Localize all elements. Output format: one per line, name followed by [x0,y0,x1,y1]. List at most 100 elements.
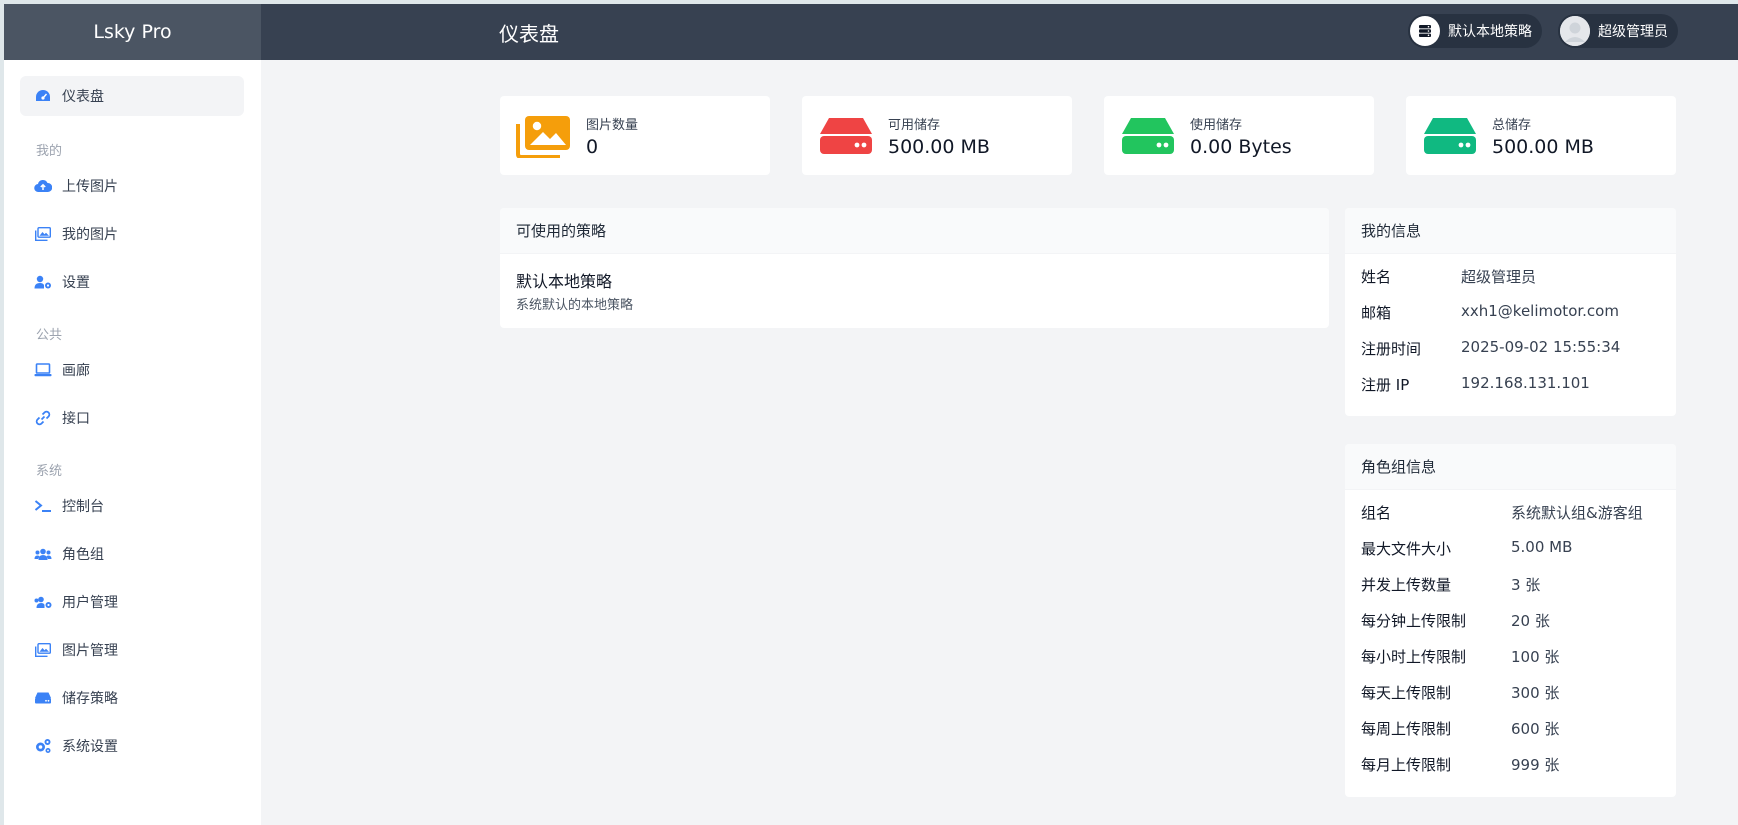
sidebar: 仪表盘 我的 上传图片 我的图片 设置 公共 画廊 接口 系统 控制台 角色组 … [4,60,261,825]
role-info-panel: 角色组信息 组名 系统默认组&游客组 最大文件大小 5.00 MB 并发上传数量… [1345,444,1676,797]
info-value: 超级管理员 [1461,268,1537,286]
sidebar-item-label: 用户管理 [62,595,118,611]
terminal-icon [34,497,52,515]
hdd-icon [820,117,872,154]
users-icon [34,545,52,563]
sidebar-item-label: 角色组 [62,547,104,563]
info-key: 注册 IP [1361,376,1410,394]
sidebar-item-images-admin[interactable]: 图片管理 [20,630,244,670]
sidebar-item-roles[interactable]: 角色组 [20,534,244,574]
brand-logo[interactable]: Lsky Pro [4,4,261,60]
sidebar-item-label: 设置 [62,275,90,291]
stat-value: 500.00 MB [1492,135,1594,158]
role-row: 最大文件大小 5.00 MB [1361,538,1572,559]
info-row: 姓名 超级管理员 [1361,266,1536,287]
role-row: 每月上传限制 999 张 [1361,754,1559,775]
role-key: 每月上传限制 [1361,756,1452,774]
sidebar-item-console[interactable]: 控制台 [20,486,244,526]
role-value: 300 张 [1511,684,1560,702]
info-key: 邮箱 [1361,304,1392,322]
gauge-icon [34,87,52,105]
info-key: 注册时间 [1361,340,1422,358]
role-key: 组名 [1361,504,1392,522]
sidebar-item-users[interactable]: 用户管理 [20,582,244,622]
images-icon [516,115,570,158]
role-value: 3 张 [1511,576,1541,594]
panel-title: 可使用的策略 [500,208,1329,254]
sidebar-item-gallery[interactable]: 画廊 [20,350,244,390]
hdd-icon [1424,117,1476,154]
role-row: 并发上传数量 3 张 [1361,574,1540,595]
role-key: 每天上传限制 [1361,684,1452,702]
role-value: 100 张 [1511,648,1560,666]
info-value: 2025-09-02 15:55:34 [1461,338,1621,356]
info-row: 邮箱 xxh1@kelimotor.com [1361,302,1619,323]
user-menu-button[interactable]: 超级管理员 [1558,14,1678,48]
role-row: 组名 系统默认组&游客组 [1361,502,1643,523]
images-icon [34,641,52,659]
strategies-panel: 可使用的策略 默认本地策略 系统默认的本地策略 [500,208,1329,328]
stat-label: 可用储存 [888,117,941,133]
stat-card-total-storage: 总储存 500.00 MB [1406,96,1676,175]
stat-label: 使用储存 [1190,117,1243,133]
laptop-icon [34,361,52,379]
avatar [1560,16,1590,46]
info-row: 注册 IP 192.168.131.101 [1361,374,1590,395]
window-frame: Lsky Pro 仪表盘 默认本地策略 超级管理员 仪表盘 我的 上传图片 我的… [0,0,1738,825]
stat-label: 总储存 [1492,117,1532,133]
info-row: 注册时间 2025-09-02 15:55:34 [1361,338,1620,359]
sidebar-item-dashboard[interactable]: 仪表盘 [20,76,244,116]
page-title: 仪表盘 [499,21,559,46]
sidebar-item-storage[interactable]: 储存策略 [20,678,244,718]
link-icon [34,409,52,427]
sidebar-item-label: 我的图片 [62,227,118,243]
sidebar-item-system-settings[interactable]: 系统设置 [20,726,244,766]
strategy-label: 默认本地策略 [1448,24,1532,40]
top-bar: Lsky Pro 仪表盘 默认本地策略 超级管理员 [4,4,1738,60]
database-icon [1410,16,1440,46]
user-name: 超级管理员 [1598,24,1668,40]
stat-label: 图片数量 [586,117,639,133]
sidebar-item-settings[interactable]: 设置 [20,262,244,302]
stat-card-used-storage: 使用储存 0.00 Bytes [1104,96,1374,175]
role-value: 999 张 [1511,756,1560,774]
sidebar-item-my-images[interactable]: 我的图片 [20,214,244,254]
role-value: 600 张 [1511,720,1560,738]
sidebar-item-label: 系统设置 [62,739,118,755]
stat-card-available-storage: 可用储存 500.00 MB [802,96,1072,175]
role-row: 每天上传限制 300 张 [1361,682,1559,703]
sidebar-item-label: 上传图片 [62,179,118,195]
user-cog-icon [34,273,52,291]
role-row: 每小时上传限制 100 张 [1361,646,1559,667]
app: Lsky Pro 仪表盘 默认本地策略 超级管理员 仪表盘 我的 上传图片 我的… [4,4,1738,825]
sidebar-group-system: 系统 [36,464,63,479]
info-value: xxh1@kelimotor.com [1461,302,1619,320]
info-value: 192.168.131.101 [1461,374,1590,392]
role-row: 每周上传限制 600 张 [1361,718,1559,739]
images-icon [34,225,52,243]
sidebar-item-label: 储存策略 [62,691,118,707]
panel-title: 我的信息 [1345,208,1676,254]
sidebar-group-mine: 我的 [36,144,63,159]
sidebar-item-label: 控制台 [62,499,104,515]
my-info-panel: 我的信息 姓名 超级管理员 邮箱 xxh1@kelimotor.com 注册时间… [1345,208,1676,416]
sidebar-item-upload[interactable]: 上传图片 [20,166,244,206]
sidebar-item-label: 图片管理 [62,643,118,659]
role-value: 5.00 MB [1511,538,1573,556]
panel-title: 角色组信息 [1345,444,1676,490]
role-value: 20 张 [1511,612,1550,630]
sidebar-item-api[interactable]: 接口 [20,398,244,438]
stat-value: 500.00 MB [888,135,990,158]
strategy-description: 系统默认的本地策略 [516,298,634,313]
role-key: 每周上传限制 [1361,720,1452,738]
hdd-icon [1122,117,1174,154]
role-row: 每分钟上传限制 20 张 [1361,610,1550,631]
stat-card-image-count: 图片数量 0 [500,96,770,175]
hdd-icon [34,689,52,707]
users-cog-icon [34,593,52,611]
stat-value: 0 [586,135,599,158]
strategy-switch-button[interactable]: 默认本地策略 [1408,14,1542,48]
role-value: 系统默认组&游客组 [1511,504,1643,522]
sidebar-item-label: 仪表盘 [62,89,104,105]
sidebar-item-label: 接口 [62,411,90,427]
